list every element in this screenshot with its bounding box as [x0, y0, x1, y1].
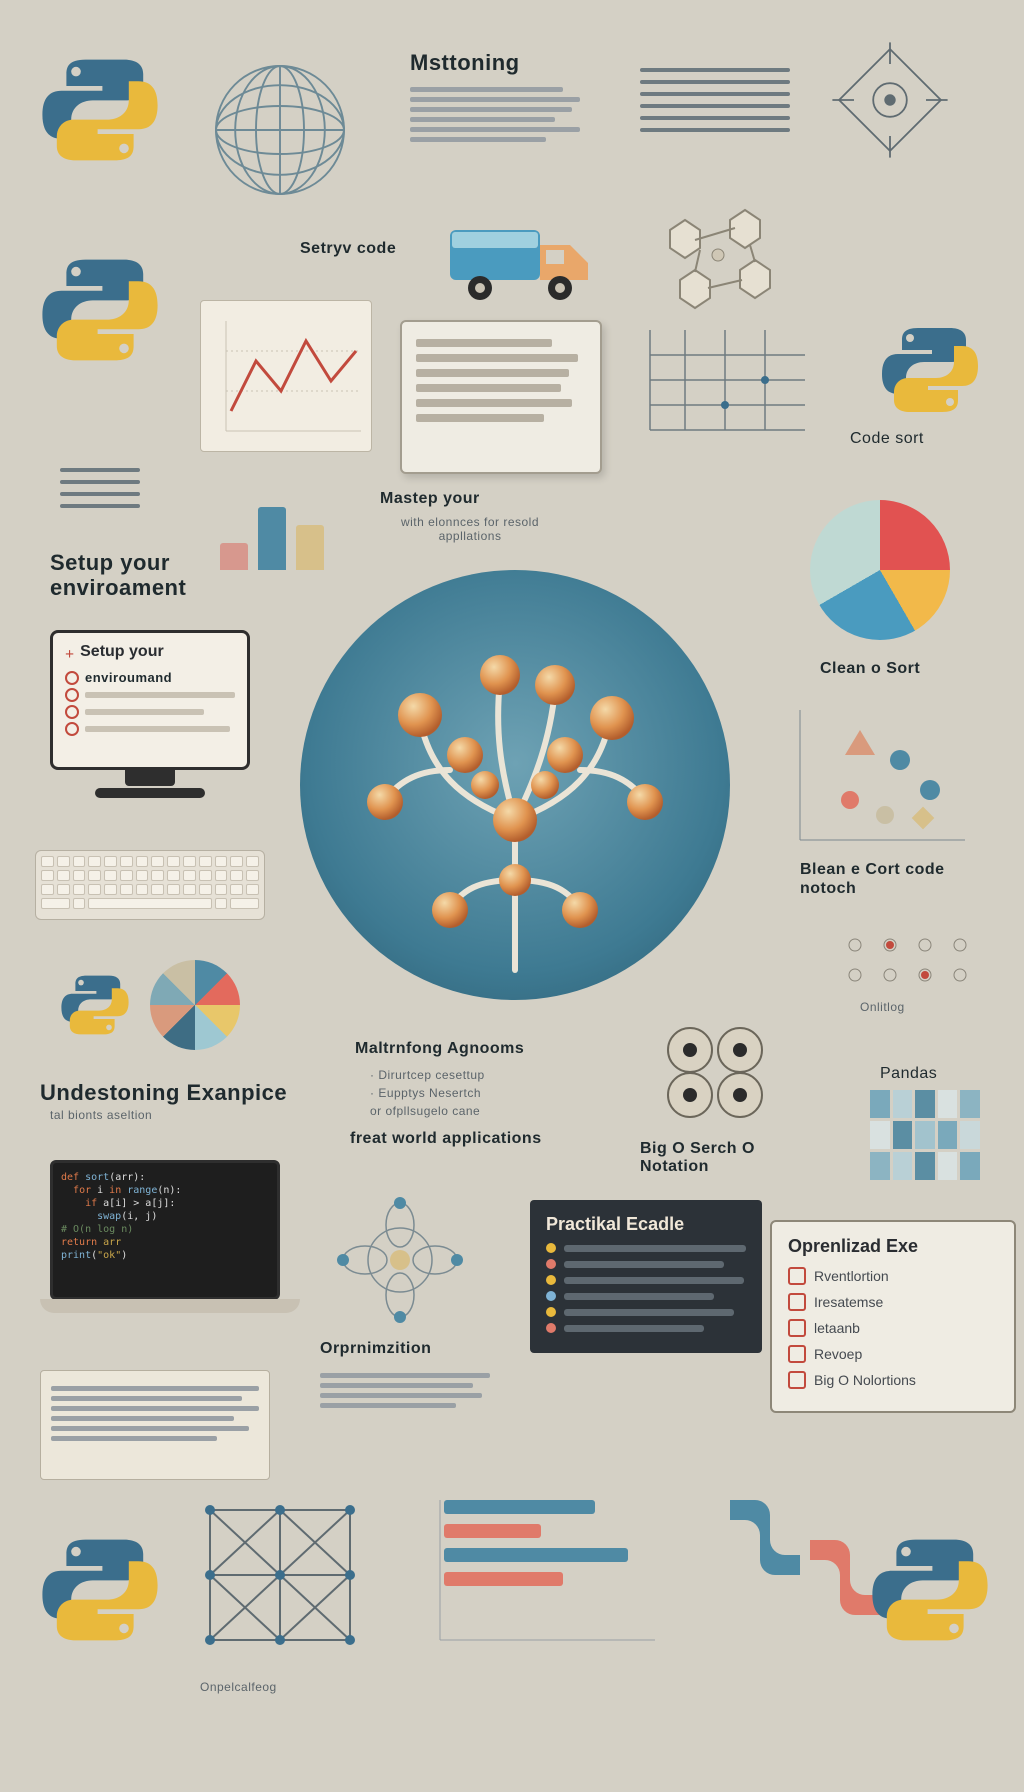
line-chart-card [200, 300, 372, 452]
heatmap-icon [870, 1090, 980, 1180]
globe-wireframe-icon [200, 50, 360, 210]
algos-l2: · Eupptys Nesertch [370, 1086, 481, 1100]
top-title: Msttoning [410, 50, 520, 76]
python-logo-icon [40, 250, 160, 370]
org-text-block [320, 1368, 490, 1413]
h-bars-chart [420, 1490, 660, 1596]
pie-chart [810, 500, 950, 640]
opt-item-2: Iresatemse [814, 1294, 883, 1310]
opt-item-4: Revoep [814, 1346, 862, 1362]
quad-mandala-icon [330, 1190, 470, 1330]
hr-lines-small-icon [60, 460, 140, 516]
python-logo-icon [40, 50, 160, 170]
cluster-nodes-icon [645, 1010, 785, 1130]
hr-lines-icon [640, 60, 790, 140]
algos-title: Maltrnfong Agnooms [355, 1040, 524, 1058]
text-window-1 [40, 1370, 270, 1480]
lattice-icon [200, 1500, 360, 1650]
understanding-sub: tal bionts aseltion [50, 1108, 152, 1122]
tree-diagram [300, 570, 730, 1000]
practical-panel: Practikal Ecadle [530, 1200, 762, 1353]
wave-step-icon [720, 1490, 810, 1610]
fan-pie-icon [150, 960, 240, 1050]
practical-title: Practikal Ecadle [546, 1214, 746, 1235]
algos-l3: or ofpllsugelo cane [370, 1104, 480, 1118]
monitor-title: Setup your [80, 643, 164, 661]
ontitam-label: Onlitlog [860, 1000, 905, 1014]
hex-network-icon [640, 200, 790, 320]
understanding-label: Undestoning Exanpice [40, 1080, 287, 1106]
list-card [400, 320, 602, 474]
python-logo-small-icon [60, 970, 130, 1040]
real-world-label: freat world applications [350, 1130, 542, 1148]
laptop-code: def sort(arr): for i in range(n): if a[i… [40, 1160, 290, 1340]
opt-title: Oprenlizad Exe [788, 1236, 998, 1257]
scatter-tree-icon [790, 700, 970, 850]
python-logo-icon [870, 1530, 990, 1650]
infographic-stage: Msttoning Setryv code [0, 0, 1024, 1792]
keyboard-icon [35, 850, 265, 920]
onpolcal-label: Onpelcalfeog [200, 1680, 277, 1694]
organization-label: Orprnimzition [320, 1340, 431, 1358]
python-logo-icon [880, 320, 980, 420]
pandas-label: Pandas [880, 1065, 937, 1083]
mastep-label: Mastep your [380, 490, 480, 508]
blean-cort-label: Blean e Cort code notoch [800, 860, 980, 898]
big-o-label: Big O Serch O Notation [640, 1140, 800, 1177]
with-apps-label: with elonnces for resold appllations [370, 515, 570, 543]
monitor-setup: + Setup your enviroumand [40, 630, 260, 830]
monitor-env-label: enviroumand [85, 670, 172, 685]
mini-bar-chart [220, 480, 324, 570]
setrycode-label: Setryv code [300, 240, 396, 258]
truck-icon [440, 210, 600, 310]
top-text-block [410, 82, 580, 147]
algos-l1: · Dirurtcep cesettup [370, 1068, 485, 1082]
axis-grid-icon [640, 320, 810, 440]
code-sort-label: Code sort [850, 430, 924, 448]
opt-item-1: Rventlortion [814, 1268, 889, 1284]
clean-sort-label: Clean o Sort [820, 660, 920, 678]
opt-item-3: letaanb [814, 1320, 860, 1336]
dot-grid-icon [840, 930, 990, 1000]
setup-env-label: Setup your enviroament [50, 550, 230, 601]
python-logo-icon [40, 1530, 160, 1650]
opt-item-5: Big O Nolortions [814, 1372, 916, 1388]
optimized-card: Oprenlizad Exe Rventlortion Iresatemse l… [770, 1220, 1016, 1413]
target-diamond-icon [830, 40, 950, 160]
